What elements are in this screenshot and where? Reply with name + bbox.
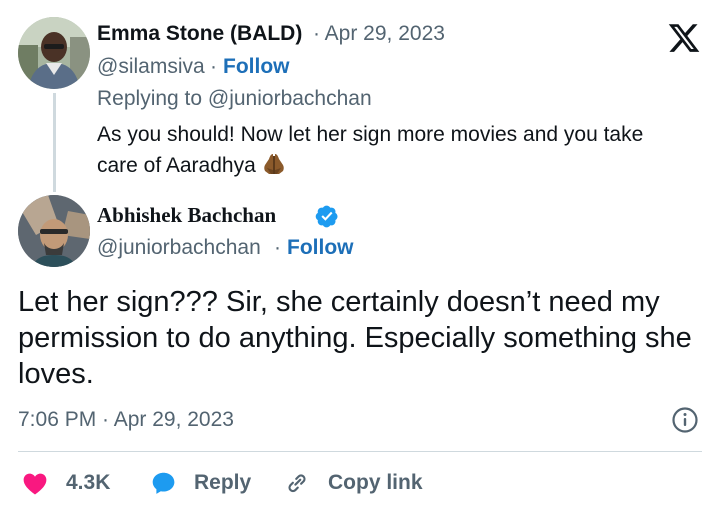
separator-dot: · — [210, 55, 217, 78]
reply-tweet-text: As you should! Now let her sign more mov… — [97, 119, 643, 181]
follow-button[interactable]: Follow — [287, 236, 354, 260]
reply-bubble-icon — [152, 472, 175, 494]
avatar[interactable] — [18, 17, 90, 89]
copy-link-label: Copy link — [328, 471, 423, 494]
follow-button[interactable]: Follow — [223, 55, 290, 79]
reply-tweet-line-text: care of Aaradhya — [97, 154, 256, 177]
tweet-timestamp[interactable]: 7:06 PM · Apr 29, 2023 — [18, 408, 234, 432]
verified-badge-icon — [315, 205, 338, 228]
divider — [18, 451, 702, 452]
main-author-handle[interactable]: @juniorbachchan — [97, 236, 261, 260]
folded-hands-emoji-icon — [264, 154, 284, 174]
reply-tweet-line: care of Aaradhya — [97, 150, 643, 181]
main-tweet-text: Let her sign??? Sir, she certainly doesn… — [18, 286, 692, 390]
heart-icon — [23, 473, 47, 495]
link-icon — [288, 474, 306, 493]
main-author-name[interactable]: Abhishek Bachchan — [97, 203, 276, 228]
avatar[interactable] — [18, 195, 90, 267]
reply-author-name[interactable]: Emma Stone (BALD) — [97, 22, 302, 46]
separator-dot: · — [274, 236, 281, 259]
replying-to-label: Replying to @juniorbachchan — [97, 87, 372, 110]
thread-connector-line — [53, 93, 56, 192]
copy-link-button[interactable]: Copy link — [284, 466, 423, 500]
x-logo-icon[interactable] — [666, 21, 702, 55]
reply-button[interactable]: Reply — [150, 466, 251, 500]
reply-tweet-line: As you should! Now let her sign more mov… — [97, 123, 644, 146]
tweet-embed-card: Emma Stone (BALD) · Apr 29, 2023 @silams… — [0, 0, 725, 510]
reply-date[interactable]: · Apr 29, 2023 — [313, 22, 445, 46]
like-count: 4.3K — [66, 471, 111, 494]
reply-label: Reply — [194, 471, 252, 494]
info-icon[interactable] — [670, 405, 700, 435]
reply-author-handle[interactable]: @silamsiva — [97, 55, 205, 79]
like-button[interactable]: 4.3K — [22, 466, 110, 500]
